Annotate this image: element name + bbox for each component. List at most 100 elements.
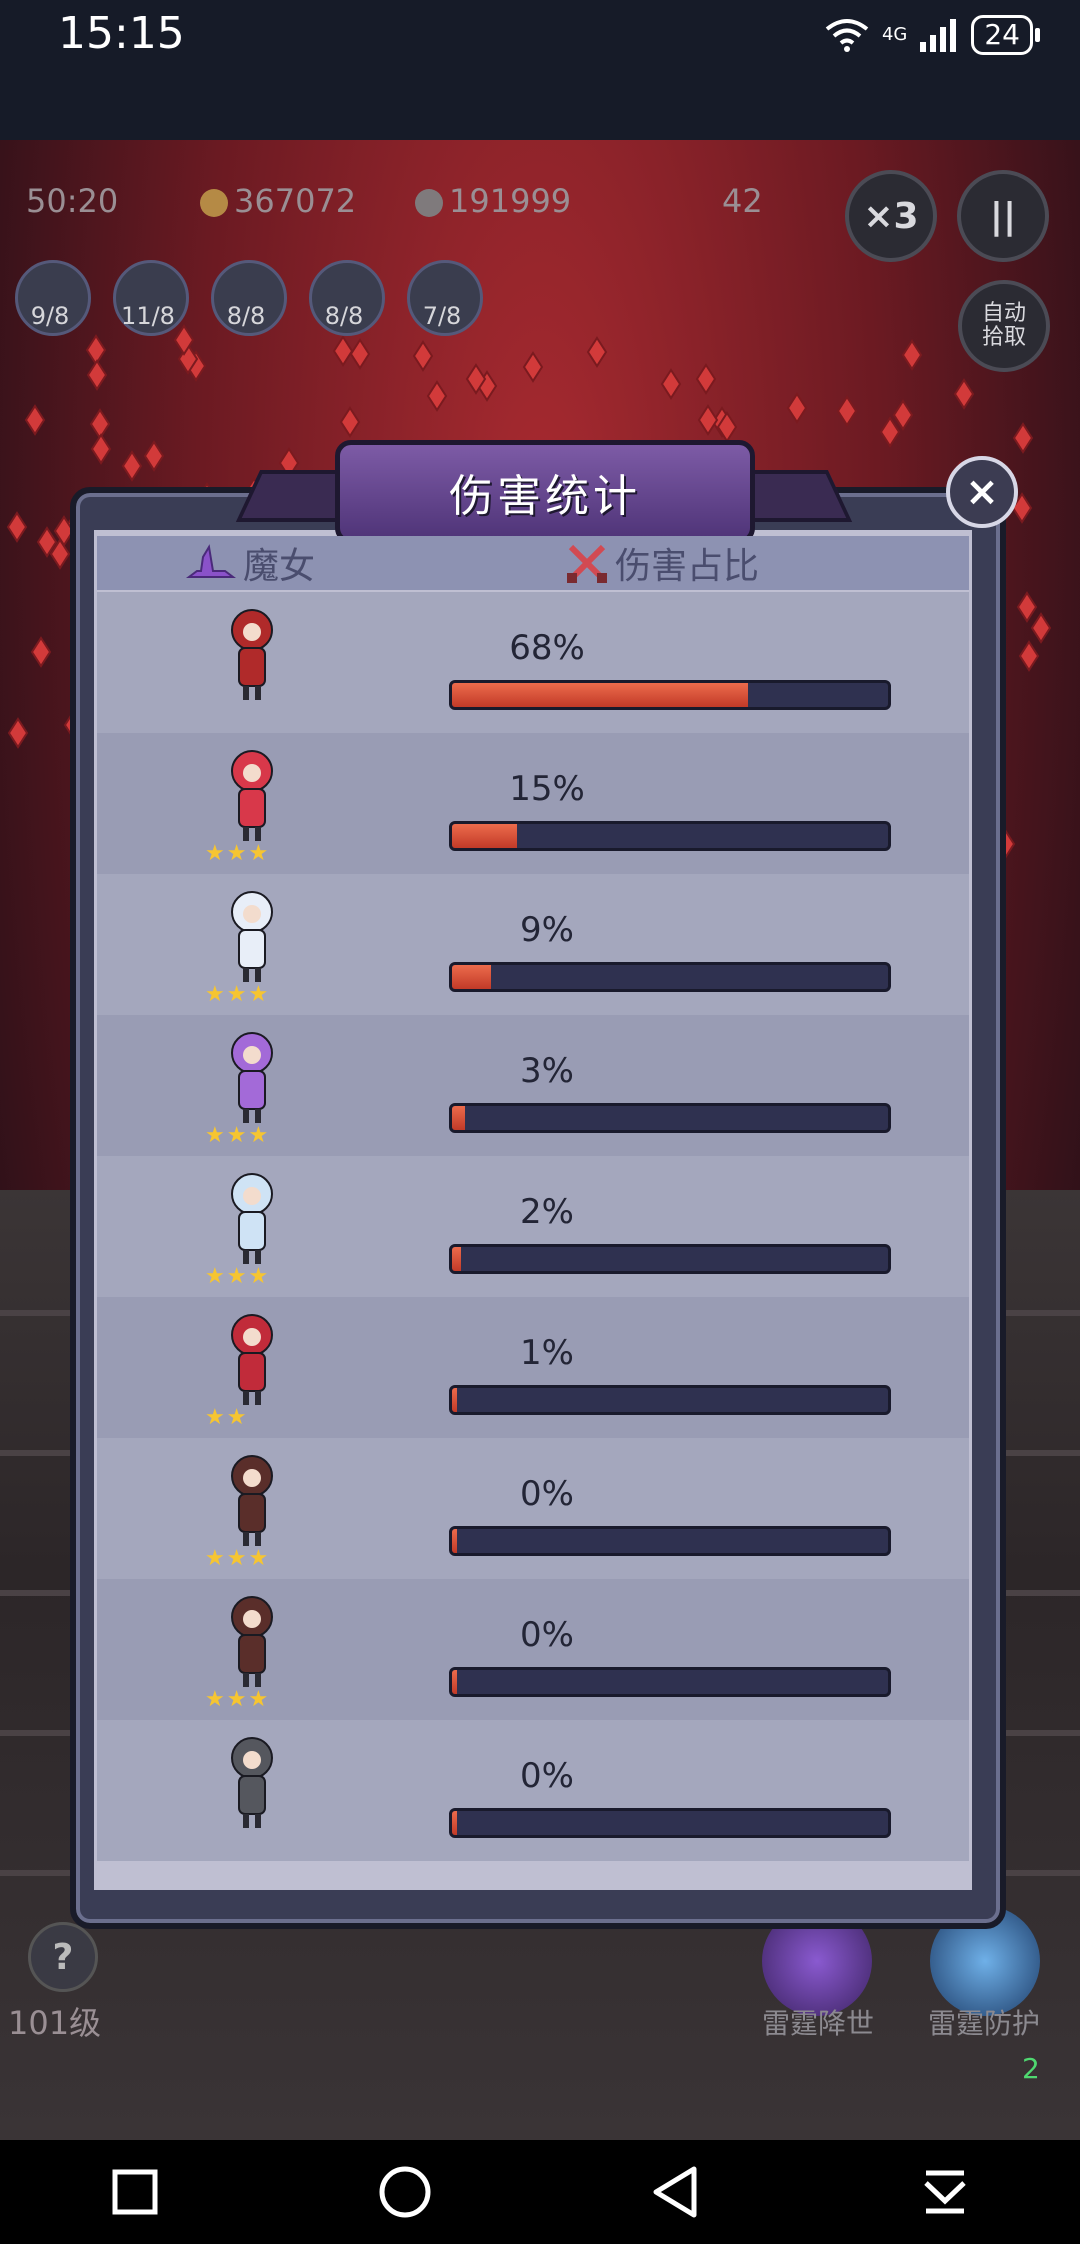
crystal-gem bbox=[89, 408, 111, 440]
crystal-gem bbox=[7, 717, 29, 749]
thunder-descend-label: 雷霆降世 bbox=[761, 2007, 874, 2040]
square-icon bbox=[112, 2169, 158, 2215]
damage-bar-fill bbox=[452, 824, 518, 848]
crystal-gem bbox=[1018, 640, 1040, 672]
signal-icon bbox=[920, 19, 957, 52]
character-portrait bbox=[197, 1027, 307, 1127]
header-witch: 魔女 bbox=[185, 536, 315, 590]
crystal-gem bbox=[953, 378, 975, 410]
crystal-gem bbox=[85, 334, 107, 366]
damage-list[interactable]: 68% ★★★ 15% ★★★ 9% ★★★ 3% ★★★ 2% ★★ 1% ★★★ 0% ★★★ 0% 0% bbox=[97, 592, 969, 1880]
battery-icon bbox=[1035, 28, 1040, 42]
damage-row: 68% bbox=[97, 592, 969, 733]
network-type: 4G bbox=[881, 24, 908, 45]
crystal-gem bbox=[522, 351, 544, 383]
crystal-gem bbox=[695, 363, 717, 395]
auto-pickup-button[interactable]: 自动 拾取 bbox=[958, 280, 1050, 372]
help-button[interactable]: ? bbox=[28, 1922, 98, 1992]
crystal-gem bbox=[786, 392, 808, 424]
crystal-gem bbox=[836, 395, 858, 427]
download-button[interactable] bbox=[905, 2152, 985, 2232]
dialog-title: 伤害统计 bbox=[449, 471, 641, 522]
character-portrait bbox=[197, 1732, 307, 1832]
damage-bar-fill bbox=[452, 683, 749, 707]
crystal-gem bbox=[24, 404, 46, 436]
crystal-gem bbox=[660, 368, 682, 400]
crystal-gem bbox=[412, 340, 434, 372]
damage-bar bbox=[449, 1103, 891, 1133]
damage-bar bbox=[449, 1244, 891, 1274]
damage-row: ★★★ 2% bbox=[97, 1156, 969, 1297]
header-damage-share: 伤害占比 bbox=[565, 536, 759, 590]
back-button[interactable] bbox=[635, 2152, 715, 2232]
skill-count-1: 9/8 bbox=[30, 302, 70, 330]
crystal-gem bbox=[86, 359, 108, 391]
damage-bar-fill bbox=[452, 1106, 466, 1130]
damage-percent: 2% bbox=[520, 1192, 574, 1232]
wave-counter: 42 bbox=[722, 182, 763, 220]
wifi-icon bbox=[825, 19, 869, 52]
auto-pickup-label: 自动 拾取 bbox=[981, 301, 1026, 350]
damage-bar-fill bbox=[452, 965, 492, 989]
battery-level: 24 bbox=[971, 15, 1033, 55]
damage-percent: 0% bbox=[520, 1756, 574, 1796]
crystal-gem bbox=[586, 336, 608, 368]
table-header: 魔女 伤害占比 bbox=[97, 536, 969, 590]
character-portrait bbox=[197, 745, 307, 845]
pause-button[interactable]: || bbox=[957, 170, 1049, 262]
witch-hat-icon bbox=[186, 544, 236, 578]
thunder-guard-label: 雷霆防护 bbox=[927, 2007, 1040, 2040]
star-rating: ★★★ bbox=[205, 1264, 271, 1289]
crystal-gem bbox=[339, 406, 361, 438]
crystal-gem bbox=[121, 450, 143, 482]
skill-count-2: 11/8 bbox=[121, 302, 175, 330]
kill-counter: 191999 bbox=[415, 182, 571, 220]
navigation-bar bbox=[0, 2140, 1080, 2244]
damage-percent: 0% bbox=[520, 1615, 574, 1655]
header-witch-label: 魔女 bbox=[243, 546, 316, 587]
crystal-gem bbox=[426, 380, 448, 412]
header-damage-label: 伤害占比 bbox=[615, 546, 760, 587]
damage-bar bbox=[449, 1667, 891, 1697]
home-button[interactable] bbox=[365, 2152, 445, 2232]
skill-count-4: 8/8 bbox=[324, 302, 364, 330]
skill-count-3: 8/8 bbox=[226, 302, 266, 330]
crystal-gem bbox=[1016, 591, 1038, 623]
damage-row: ★★★ 0% bbox=[97, 1438, 969, 1579]
damage-bar bbox=[449, 1385, 891, 1415]
recent-apps-button[interactable] bbox=[95, 2152, 175, 2232]
crystal-gem bbox=[892, 399, 914, 431]
character-portrait bbox=[197, 1591, 307, 1691]
crystal-gem bbox=[90, 433, 112, 465]
damage-bar bbox=[449, 962, 891, 992]
crystal-gem bbox=[879, 416, 901, 448]
crystal-gem bbox=[349, 338, 371, 370]
status-bar: 15:15 4G 24 bbox=[0, 0, 1080, 140]
skill-count-5: 7/8 bbox=[422, 302, 462, 330]
damage-bar-fill bbox=[452, 1388, 458, 1412]
damage-bar bbox=[449, 1526, 891, 1556]
star-rating: ★★★ bbox=[205, 1546, 271, 1571]
star-rating: ★★ bbox=[205, 1405, 249, 1430]
character-portrait bbox=[197, 1168, 307, 1268]
speed-button[interactable]: ×3 bbox=[845, 170, 937, 262]
crystal-gem bbox=[6, 511, 28, 543]
crystal-gem bbox=[1012, 422, 1034, 454]
damage-percent: 9% bbox=[520, 910, 574, 950]
damage-percent: 0% bbox=[520, 1474, 574, 1514]
damage-bar-fill bbox=[452, 1670, 458, 1694]
damage-row: ★★★ 9% bbox=[97, 874, 969, 1015]
damage-bar-fill bbox=[452, 1529, 458, 1553]
timer-label: 50:20 bbox=[26, 182, 119, 220]
damage-row: ★★★ 0% bbox=[97, 1579, 969, 1720]
damage-row: ★★★ 15% bbox=[97, 733, 969, 874]
damage-percent: 1% bbox=[520, 1333, 574, 1373]
dialog-title-plate: 伤害统计 bbox=[335, 440, 755, 544]
star-rating: ★★★ bbox=[205, 1123, 271, 1148]
crystal-gem bbox=[30, 636, 52, 668]
damage-percent: 68% bbox=[509, 628, 585, 668]
kill-count: 191999 bbox=[449, 182, 572, 220]
crossed-swords-icon bbox=[567, 544, 607, 583]
close-button[interactable]: × bbox=[946, 456, 1018, 528]
back-triangle-icon bbox=[653, 2166, 697, 2218]
